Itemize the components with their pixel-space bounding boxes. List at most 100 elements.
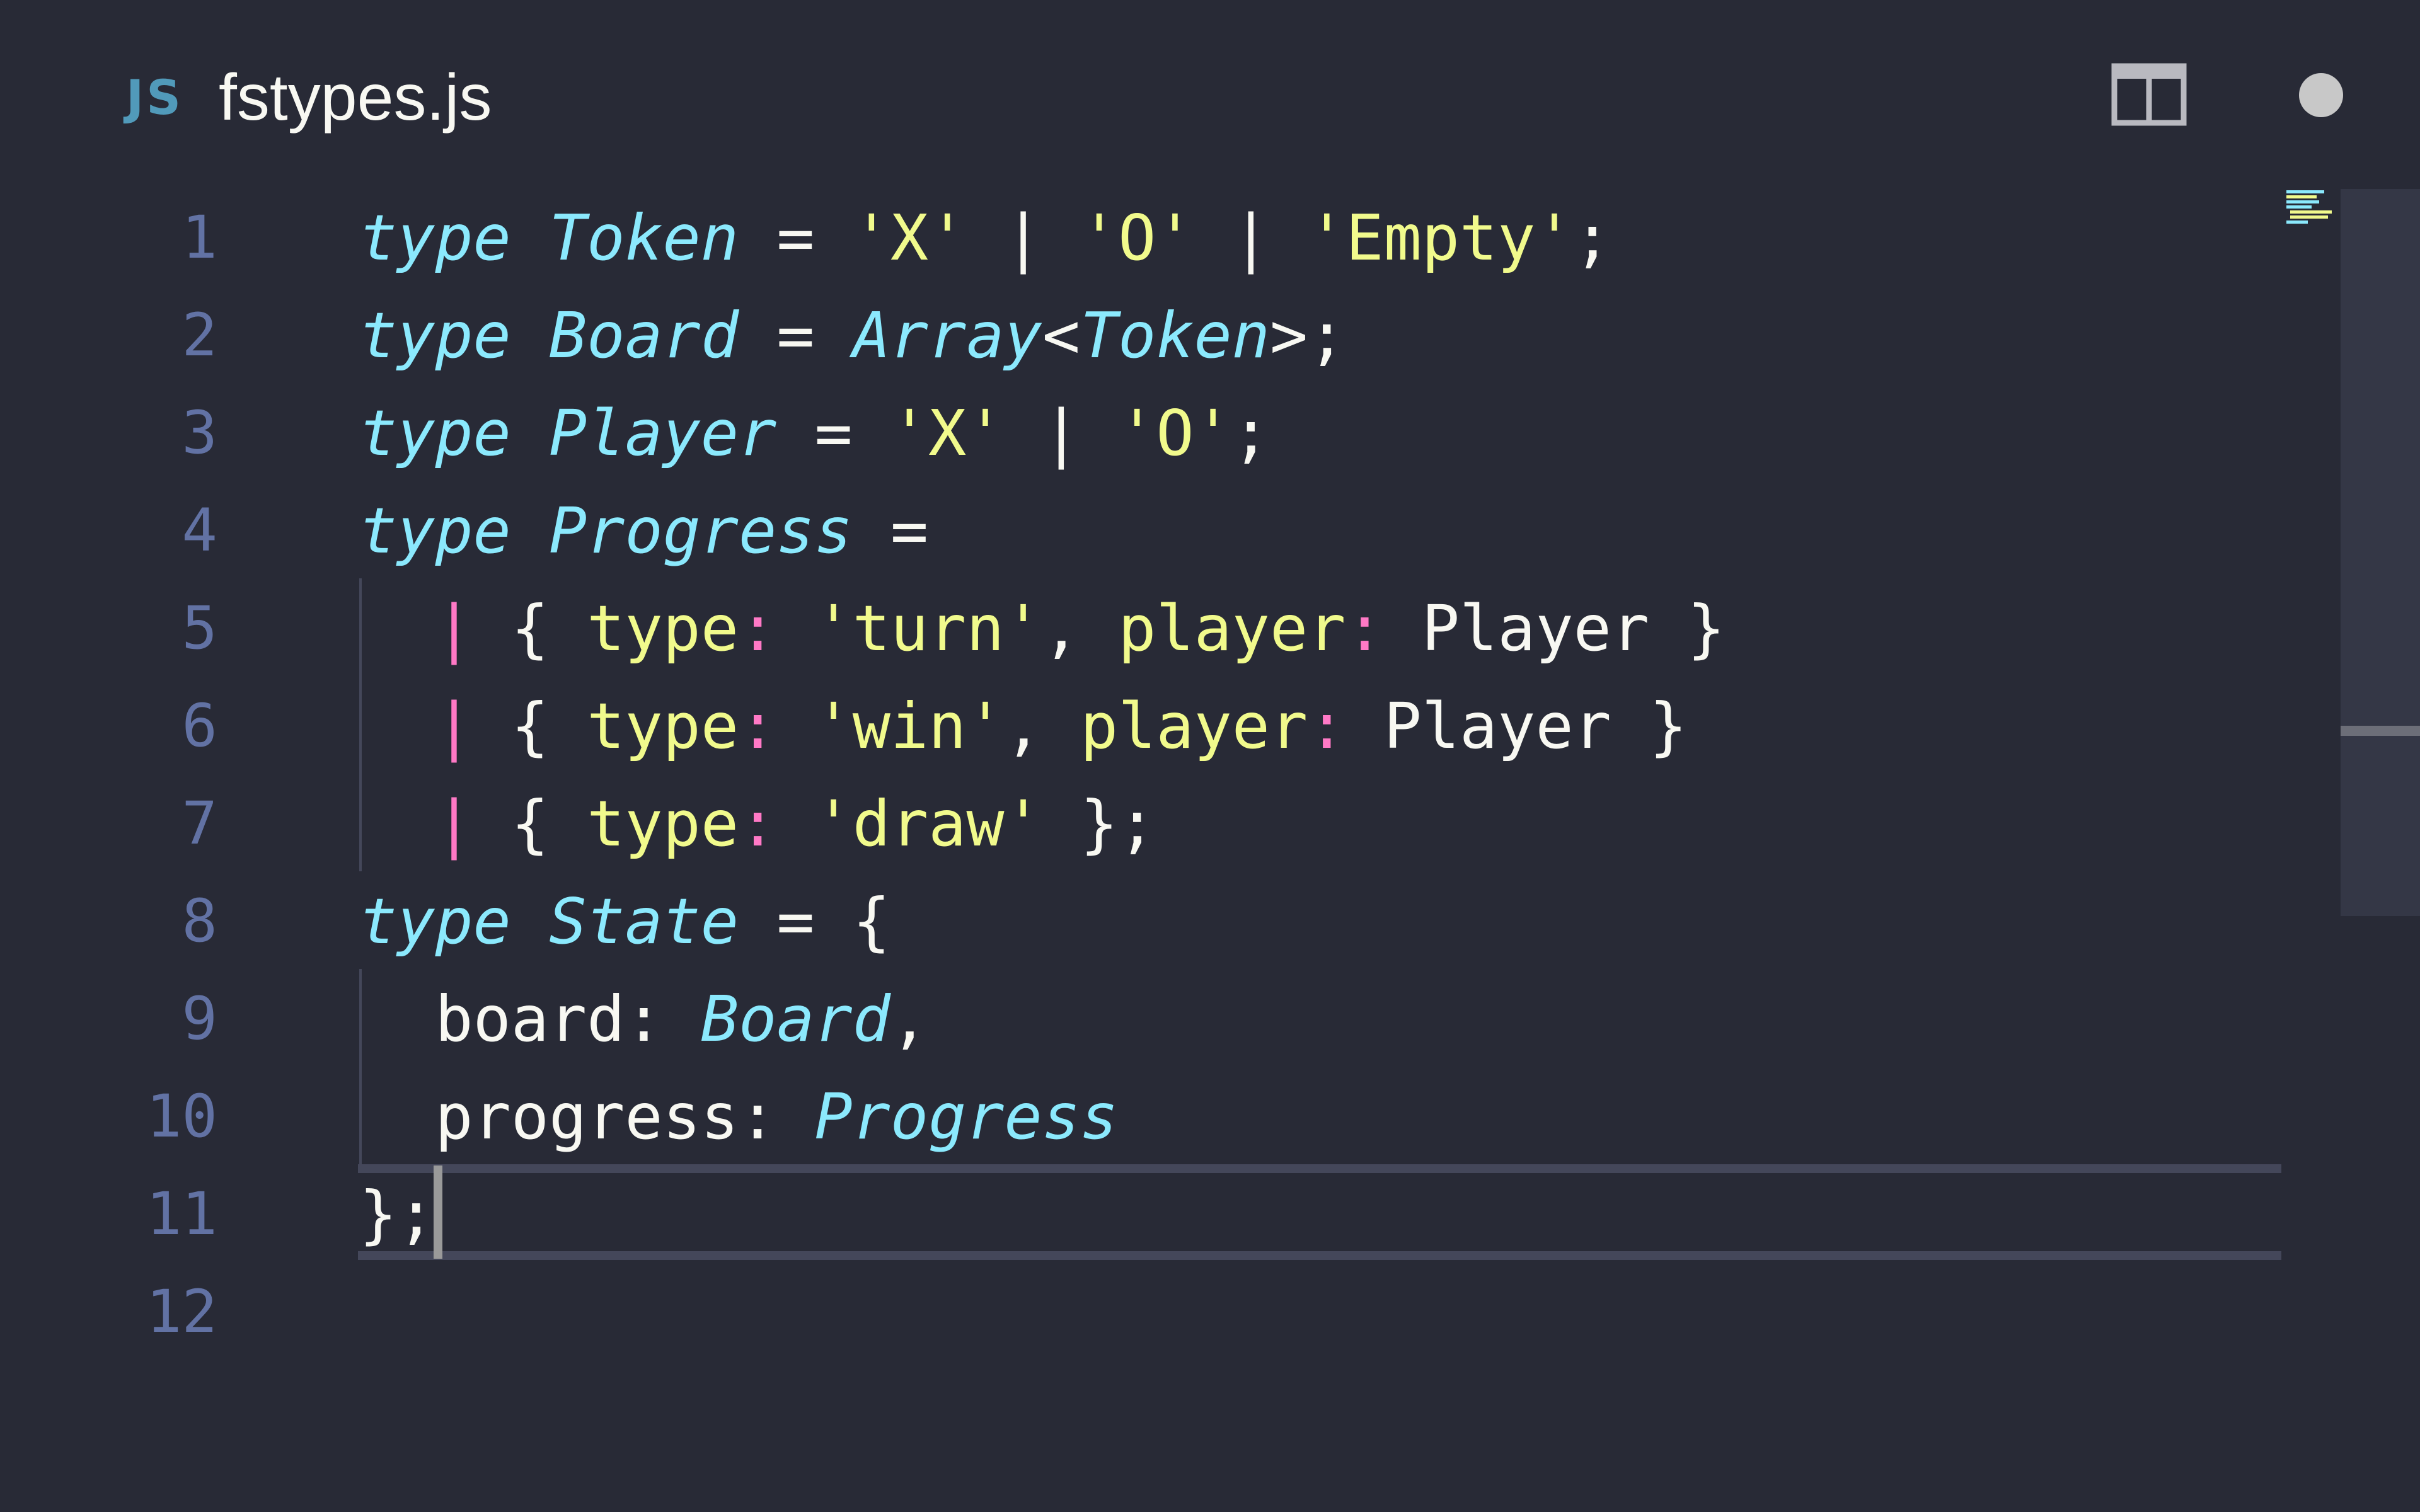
code-token: | (435, 592, 473, 665)
code-token: | (1004, 396, 1119, 470)
code-token: , (890, 982, 929, 1056)
code-token: : (1308, 689, 1346, 763)
code-token: | (435, 787, 473, 861)
line-number: 6 (182, 692, 217, 760)
minimap-line (2290, 215, 2328, 219)
code-line[interactable]: type Player = 'X' | 'O'; (359, 384, 1270, 482)
minimap-line (2286, 190, 2324, 193)
code-line[interactable]: board: Board, (359, 970, 928, 1068)
code-token: { (473, 592, 587, 665)
code-line[interactable]: type Progress = (359, 482, 928, 580)
code-token: , (1004, 689, 1080, 763)
line-number: 3 (182, 399, 217, 467)
code-token: Board (549, 299, 739, 372)
code-line[interactable]: | { type: 'win', player: Player } (359, 677, 1687, 775)
code-token: = (739, 201, 853, 275)
code-token: ; (1231, 396, 1270, 470)
code-token: | (1194, 201, 1308, 275)
code-line[interactable]: }; (359, 1166, 435, 1263)
code-token: = (776, 396, 890, 470)
code-token: { (473, 689, 587, 763)
code-token: : (739, 689, 777, 763)
line-number: 7 (182, 789, 217, 858)
code-token: type (359, 396, 511, 470)
minimap-line (2286, 200, 2319, 203)
editor-tab-fstypes[interactable]: JS fstypes.js (126, 38, 492, 158)
javascript-file-icon: JS (126, 69, 184, 125)
code-editor[interactable]: 1 2 3 4 5 6 7 8 9 10 11 12 type Token = 'X' | 'O' |… (0, 189, 2420, 1512)
code-token: < (1042, 299, 1080, 372)
code-token: Progress (814, 1080, 1119, 1154)
code-token: = { (739, 885, 890, 958)
line-number: 4 (182, 496, 217, 565)
line-number: 5 (182, 594, 217, 663)
code-token: Array (852, 299, 1042, 372)
code-token: player (1118, 592, 1346, 665)
code-token: Board (700, 982, 890, 1056)
code-token: | (435, 689, 473, 763)
code-token: 'O' (1080, 201, 1194, 275)
code-line[interactable]: type Token = 'X' | 'O' | 'Empty'; (359, 189, 1611, 287)
line-number: 10 (146, 1082, 217, 1151)
code-line[interactable]: | { type: 'turn', player: Player } (359, 580, 1725, 677)
line-number: 11 (146, 1180, 217, 1249)
code-token: type (587, 787, 739, 861)
minimap-line (2290, 210, 2332, 214)
tab-bar: JS fstypes.js (0, 0, 2420, 189)
code-token: | (966, 201, 1080, 275)
code-token: ; (1573, 201, 1611, 275)
code-line[interactable]: type State = { (359, 873, 890, 970)
code-token: , (1042, 592, 1119, 665)
code-token: : (739, 592, 777, 665)
code-token: Progress (549, 494, 853, 568)
code-token: type (359, 885, 511, 958)
code-token: 'X' (890, 396, 1005, 470)
code-token: progress: (359, 1080, 815, 1154)
code-token: 'O' (1118, 396, 1232, 470)
code-area[interactable]: type Token = 'X' | 'O' | 'Empty'; type Bo… (359, 189, 2275, 1512)
code-line[interactable]: progress: Progress (359, 1068, 1118, 1166)
code-token: player (1080, 689, 1308, 763)
code-token: 'turn' (814, 592, 1042, 665)
unsaved-changes-dot-icon[interactable] (2299, 73, 2343, 117)
code-line[interactable]: type Board = Array<Token>; (359, 287, 1345, 384)
code-token: }; (359, 1177, 435, 1251)
code-token: type (587, 592, 739, 665)
code-token: type (587, 689, 739, 763)
minimap-line (2286, 205, 2312, 209)
code-token: 'win' (814, 689, 1005, 763)
code-token: : (1345, 592, 1384, 665)
text-cursor (434, 1166, 442, 1259)
minimap[interactable] (2281, 189, 2341, 227)
line-number: 12 (146, 1278, 217, 1346)
code-token: : (739, 787, 777, 861)
code-line[interactable]: | { type: 'draw' }; (359, 775, 1156, 873)
tab-file-name: fstypes.js (219, 61, 492, 134)
code-token: type (359, 494, 511, 568)
line-number: 9 (182, 985, 217, 1053)
code-token: board: (359, 982, 701, 1056)
minimap-line (2286, 220, 2308, 224)
split-editor-icon[interactable] (2111, 63, 2187, 126)
code-token: type (359, 201, 511, 275)
code-token: type (359, 299, 511, 372)
line-number: 2 (182, 301, 217, 370)
vertical-scrollbar-thumb[interactable] (2341, 189, 2420, 916)
code-token: 'Empty' (1308, 201, 1574, 275)
code-token: Token (549, 201, 739, 275)
code-token: }; (1042, 787, 1156, 861)
code-token: Token (1080, 299, 1270, 372)
line-number: 8 (182, 887, 217, 956)
code-token: Player (549, 396, 777, 470)
code-token: State (549, 885, 739, 958)
